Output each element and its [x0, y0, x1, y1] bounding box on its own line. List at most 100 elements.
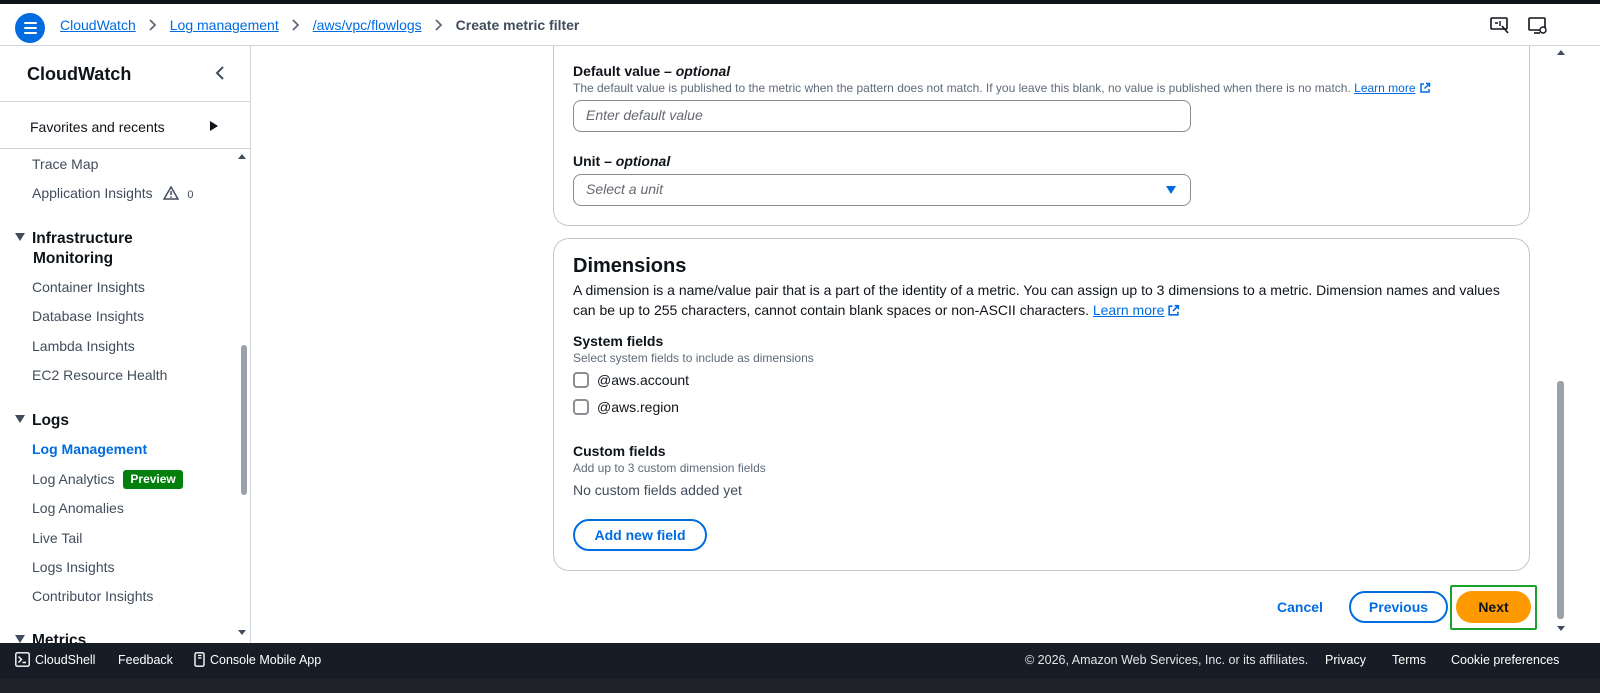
external-link-icon [1168, 304, 1180, 316]
default-value-label: Default value – optional [573, 63, 730, 79]
divider [0, 148, 250, 149]
checkbox-aws-account[interactable]: @aws.account [573, 372, 689, 388]
section-title-line1: Infrastructure [32, 230, 133, 247]
cookie-preferences-link[interactable]: Cookie preferences [1451, 653, 1559, 667]
label-text: Default value – [573, 63, 676, 79]
breadcrumb-cloudwatch[interactable]: CloudWatch [60, 17, 136, 33]
sidebar-item-label: Log Analytics [32, 471, 115, 487]
mobile-app-label: Console Mobile App [210, 653, 322, 667]
sidebar-item-application-insights[interactable]: Application Insights 0 [32, 185, 194, 201]
sidebar-item-ec2-resource-health[interactable]: EC2 Resource Health [32, 367, 167, 383]
warning-count: 0 [187, 189, 194, 201]
scroll-down-arrow-icon[interactable] [238, 630, 246, 635]
console-footer: CloudShell Feedback Console Mobile App ©… [0, 643, 1600, 679]
cloudshell-icon [15, 652, 30, 667]
unit-select[interactable]: Select a unit [573, 174, 1191, 206]
description-line: A dimension is a name/value pair that is… [573, 282, 1500, 298]
description-line: can be up to 255 characters, cannot cont… [573, 302, 1089, 318]
learn-more-link[interactable]: Learn more [1093, 302, 1165, 318]
learn-more-link[interactable]: Learn more [1354, 81, 1415, 95]
checkbox-box[interactable] [573, 372, 589, 388]
default-value-input[interactable]: Enter default value [573, 100, 1191, 132]
no-custom-fields-text: No custom fields added yet [573, 482, 742, 498]
caret-down-icon [1166, 186, 1176, 194]
caret-down-icon [15, 233, 25, 241]
breadcrumb-current: Create metric filter [455, 17, 580, 33]
default-value-description: The default value is published to the me… [573, 81, 1431, 95]
sidebar-item-contributor-insights[interactable]: Contributor Insights [32, 588, 153, 604]
sidebar-item-lambda-insights[interactable]: Lambda Insights [32, 338, 135, 354]
sidebar-item-database-insights[interactable]: Database Insights [32, 308, 144, 324]
breadcrumb: CloudWatch Log management /aws/vpc/flowl… [60, 17, 579, 33]
privacy-link[interactable]: Privacy [1325, 653, 1366, 667]
previous-button[interactable]: Previous [1349, 591, 1448, 623]
section-logs[interactable]: Logs [15, 412, 69, 430]
divider [0, 101, 250, 102]
sidebar-title: CloudWatch [27, 64, 132, 84]
scroll-up-arrow-icon[interactable] [238, 154, 246, 159]
page-scrollbar[interactable] [1557, 381, 1564, 619]
cancel-button[interactable]: Cancel [1277, 599, 1323, 615]
cloudshell-link[interactable]: CloudShell [15, 652, 95, 667]
checkbox-label: @aws.region [597, 399, 679, 415]
sidebar-item-live-tail[interactable]: Live Tail [32, 530, 82, 546]
checkbox-aws-region[interactable]: @aws.region [573, 399, 679, 415]
favorites-label: Favorites and recents [30, 119, 165, 135]
hamburger-menu-icon[interactable] [15, 13, 45, 43]
section-title: Logs [32, 412, 70, 429]
copyright-text: © 2026, Amazon Web Services, Inc. or its… [1025, 653, 1309, 667]
cloudshell-label: CloudShell [35, 653, 96, 667]
sidebar-item-trace-map[interactable]: Trace Map [32, 156, 98, 172]
section-infrastructure-monitoring[interactable]: Infrastructure [15, 230, 133, 248]
scroll-up-arrow-icon[interactable] [1557, 50, 1565, 55]
dimensions-description: A dimension is a name/value pair that is… [573, 280, 1518, 320]
section-title-line2: Monitoring [33, 250, 114, 267]
chevron-right-icon [435, 19, 443, 31]
preview-badge: Preview [123, 470, 183, 489]
system-fields-label: System fields [573, 333, 664, 349]
top-navigation: CloudWatch Log management /aws/vpc/flowl… [0, 0, 1600, 46]
console-feedback-icon[interactable] [1490, 17, 1512, 37]
chevron-right-icon [292, 19, 300, 31]
system-fields-description: Select system fields to include as dimen… [573, 351, 814, 365]
caret-down-icon [15, 635, 25, 643]
label-text: Unit – [573, 153, 616, 169]
chevron-left-icon[interactable] [215, 66, 229, 84]
feedback-link[interactable]: Feedback [118, 653, 173, 667]
optional-text: optional [615, 153, 671, 169]
optional-text: optional [675, 63, 731, 79]
chevron-right-icon [149, 19, 157, 31]
description-text: The default value is published to the me… [573, 81, 1351, 95]
sidebar-item-container-insights[interactable]: Container Insights [32, 279, 145, 295]
favorites-and-recents[interactable]: Favorites and recents [30, 116, 230, 138]
mobile-app-link[interactable]: Console Mobile App [194, 652, 321, 667]
caret-right-icon [210, 121, 218, 131]
checkbox-box[interactable] [573, 399, 589, 415]
cloudshell-screen-icon[interactable] [1528, 17, 1550, 37]
sidebar-scrollbar[interactable] [241, 345, 247, 495]
taskbar-strip [0, 679, 1600, 693]
sidebar-item-label: Application Insights [32, 185, 153, 201]
main-content: Default value – optional The default val… [251, 46, 1600, 656]
checkbox-label: @aws.account [597, 372, 690, 388]
terms-link[interactable]: Terms [1392, 653, 1426, 667]
dimensions-heading: Dimensions [573, 255, 687, 277]
sidebar-item-logs-insights[interactable]: Logs Insights [32, 559, 115, 575]
breadcrumb-log-management[interactable]: Log management [170, 17, 279, 33]
sidebar-item-log-anomalies[interactable]: Log Anomalies [32, 500, 124, 516]
unit-label: Unit – optional [573, 153, 670, 169]
external-link-icon [1419, 82, 1430, 93]
caret-down-icon [15, 415, 25, 423]
unit-select-value: Select a unit [586, 181, 664, 197]
breadcrumb-log-group[interactable]: /aws/vpc/flowlogs [313, 17, 422, 33]
add-new-field-button[interactable]: Add new field [573, 519, 707, 551]
mobile-phone-icon [194, 652, 205, 667]
scroll-down-arrow-icon[interactable] [1557, 626, 1565, 631]
sidebar-item-log-analytics[interactable]: Log Analytics Preview [32, 470, 183, 489]
sidebar-item-log-management[interactable]: Log Management [32, 441, 147, 457]
custom-fields-description: Add up to 3 custom dimension fields [573, 461, 766, 475]
next-button[interactable]: Next [1456, 591, 1531, 623]
warning-icon [162, 186, 179, 200]
custom-fields-label: Custom fields [573, 443, 666, 459]
side-navigation: CloudWatch Favorites and recents Trace M… [0, 46, 251, 656]
